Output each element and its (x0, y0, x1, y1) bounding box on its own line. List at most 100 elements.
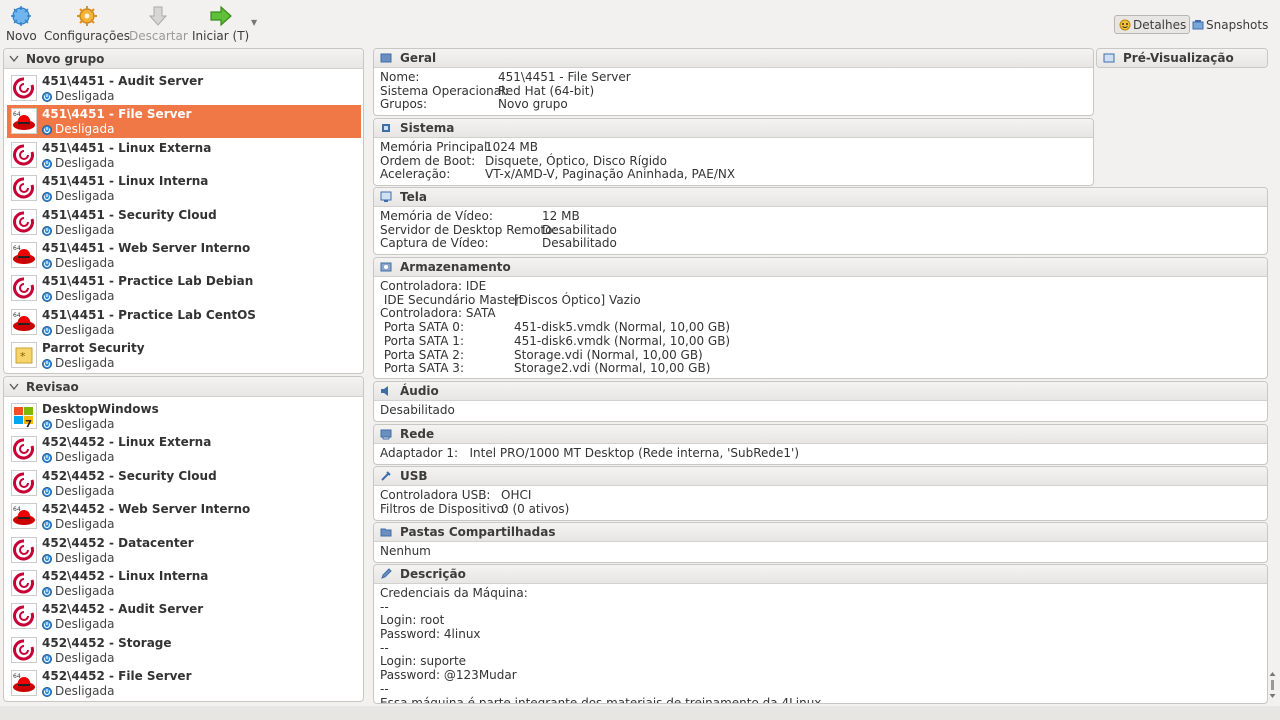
detail-key: Porta SATA 3: (380, 361, 464, 376)
power-off-icon (42, 158, 52, 169)
vm-name: 452\4452 - File Server (42, 669, 192, 684)
section-title: Áudio (400, 384, 439, 398)
svg-text:64: 64 (13, 312, 21, 319)
power-off-icon (42, 291, 52, 303)
detail-value: Desabilitado (542, 222, 617, 237)
section-title: Sistema (400, 121, 455, 135)
vm-state-label: Desligada (55, 517, 115, 532)
os-debian-icon (11, 570, 37, 596)
detail-key: Grupos: (380, 97, 428, 112)
detail-value: 12 MB (542, 209, 580, 223)
power-off-icon (42, 686, 52, 698)
group-header[interactable]: Revisao (4, 377, 363, 397)
vm-state: Desligada (42, 323, 114, 337)
settings-button[interactable]: Configurações (44, 4, 130, 43)
detail-key: Sistema Operacional: (380, 83, 509, 98)
vm-list-item[interactable]: 64 452\4452 - Web Server Interno Desligada (7, 500, 361, 533)
snapshots-label: Snapshots (1206, 17, 1269, 32)
start-button[interactable]: Iniciar (T) (192, 4, 249, 43)
vm-state: Desligada (42, 551, 114, 565)
vm-list-item[interactable]: 7 DesktopWindows Desligada (7, 400, 361, 433)
vm-list-item[interactable]: 451\4451 - Audit Server Desligada (7, 72, 361, 105)
detail-key: Porta SATA 0: (380, 320, 464, 335)
vm-list-item[interactable]: 451\4451 - Practice Lab Debian Desligada (7, 272, 361, 305)
section-header[interactable]: Armazenamento (374, 258, 1267, 277)
vm-state: Desligada (42, 289, 114, 303)
discard-button[interactable]: Descartar (129, 4, 188, 43)
detail-key: Filtros de Dispositivo: (380, 501, 509, 516)
chip-icon (379, 122, 392, 135)
vm-name: 451\4451 - Practice Lab CentOS (42, 307, 256, 322)
vm-list-item[interactable]: 452\4452 - Datacenter Desligada (7, 534, 361, 567)
detail-row: IDE Secundário Master: [Discos Óptico] Va… (380, 293, 1267, 308)
section-header[interactable]: Pastas Compartilhadas (374, 523, 1267, 542)
section-audio: Áudio Desabilitado (373, 381, 1268, 422)
os-debian-icon (11, 436, 37, 463)
section-header[interactable]: Rede (374, 425, 1267, 444)
detail-value: Storage2.vdi (Normal, 10,00 GB) (514, 361, 711, 376)
section-shared-folders: Pastas Compartilhadas Nenhum (373, 522, 1268, 563)
detail-value: Desabilitado (542, 236, 617, 251)
vm-list-item[interactable]: 64 451\4451 - File Server Desligada (7, 105, 361, 139)
new-button[interactable]: Novo (6, 4, 37, 43)
chevron-down-icon (9, 55, 19, 62)
vm-list-item[interactable]: 452\4452 - Storage Desligada (7, 634, 361, 667)
vm-list-item[interactable]: 452\4452 - Linux Externa Desligada (7, 433, 361, 466)
vm-list-item[interactable]: 451\4451 - Linux Interna Desligada (7, 172, 361, 205)
section-header[interactable]: Tela (374, 188, 1267, 207)
section-general: Geral Nome: 451\4451 - File Server Sistema… (373, 48, 1094, 116)
detail-value: 1024 MB (485, 140, 538, 154)
group-header[interactable]: Novo grupo (4, 49, 363, 69)
vm-list-item[interactable]: 451\4451 - Security Cloud Desligada (7, 206, 361, 239)
detail-value: OHCI (501, 488, 532, 502)
scrollbar[interactable] (1269, 670, 1276, 700)
vm-list-item[interactable]: 451\4451 - Linux Externa Desligada (7, 139, 361, 172)
section-header[interactable]: USB (374, 467, 1267, 486)
section-title: Armazenamento (400, 260, 511, 274)
section-header[interactable]: Sistema (374, 119, 1093, 138)
section-header[interactable]: Pré-Visualização (1097, 49, 1267, 67)
section-header[interactable]: Descrição (374, 565, 1267, 584)
svg-text:64: 64 (13, 506, 21, 513)
vm-list-item[interactable]: 452\4452 - Linux Interna Desligada (7, 567, 361, 600)
description-line: -- (380, 599, 389, 614)
section-header[interactable]: Áudio (374, 382, 1267, 401)
network-icon (379, 428, 392, 441)
vm-state: Desligada (42, 450, 114, 464)
vm-name: 451\4451 - Audit Server (42, 74, 204, 88)
detail-value: Storage.vdi (Normal, 10,00 GB) (514, 347, 703, 362)
detail-key: Servidor de Desktop Remoto: (380, 222, 557, 237)
detail-row: Controladora: SATA (380, 307, 1267, 321)
section-display: Tela Memória de Vídeo: 12 MB Servidor de D… (373, 187, 1268, 255)
description-line: -- (380, 640, 389, 655)
vm-state: Desligada (42, 651, 114, 665)
vm-list-item[interactable]: 64 451\4451 - Practice Lab CentOS Desligad… (7, 306, 361, 339)
section-header[interactable]: Geral (374, 49, 1093, 68)
vm-list-item[interactable]: 452\4452 - Security Cloud Desligada (7, 467, 361, 500)
detail-key: Aceleração: (380, 167, 451, 182)
detail-key: Nome: (380, 70, 420, 84)
details-mode-button[interactable]: Detalhes (1114, 15, 1191, 34)
detail-value: Disquete, Óptico, Disco Rígido (485, 153, 667, 168)
power-off-icon (42, 553, 52, 564)
vm-list-item[interactable]: 64 451\4451 - Web Server Interno Desligada (7, 239, 361, 272)
usb-icon (379, 470, 392, 483)
detail-value: VT-x/AMD-V, Paginação Aninhada, PAE/NX (485, 167, 736, 182)
detail-key: Memória de Vídeo: (380, 209, 493, 223)
detail-row: Grupos: Novo grupo (380, 98, 1093, 112)
monitor-icon (379, 191, 392, 204)
status-bar (0, 706, 1280, 720)
vm-name: 452\4452 - Linux Externa (42, 435, 212, 450)
vm-list-item[interactable]: * Parrot Security Desligada (7, 339, 361, 372)
vm-list-item[interactable]: 64 452\4452 - File Server Desligada (7, 667, 361, 700)
folder-icon (379, 526, 392, 539)
os-redhat-icon: 64 (11, 503, 37, 530)
speaker-icon (379, 385, 392, 398)
description-icon (379, 568, 392, 581)
snapshots-mode-button[interactable]: Snapshots (1188, 15, 1271, 34)
svg-text:*: * (20, 350, 26, 363)
vm-state: Desligada (42, 617, 114, 631)
power-off-icon (42, 124, 52, 136)
chevron-down-icon[interactable]: ▼ (251, 18, 257, 27)
vm-list-item[interactable]: 452\4452 - Audit Server Desligada (7, 600, 361, 633)
